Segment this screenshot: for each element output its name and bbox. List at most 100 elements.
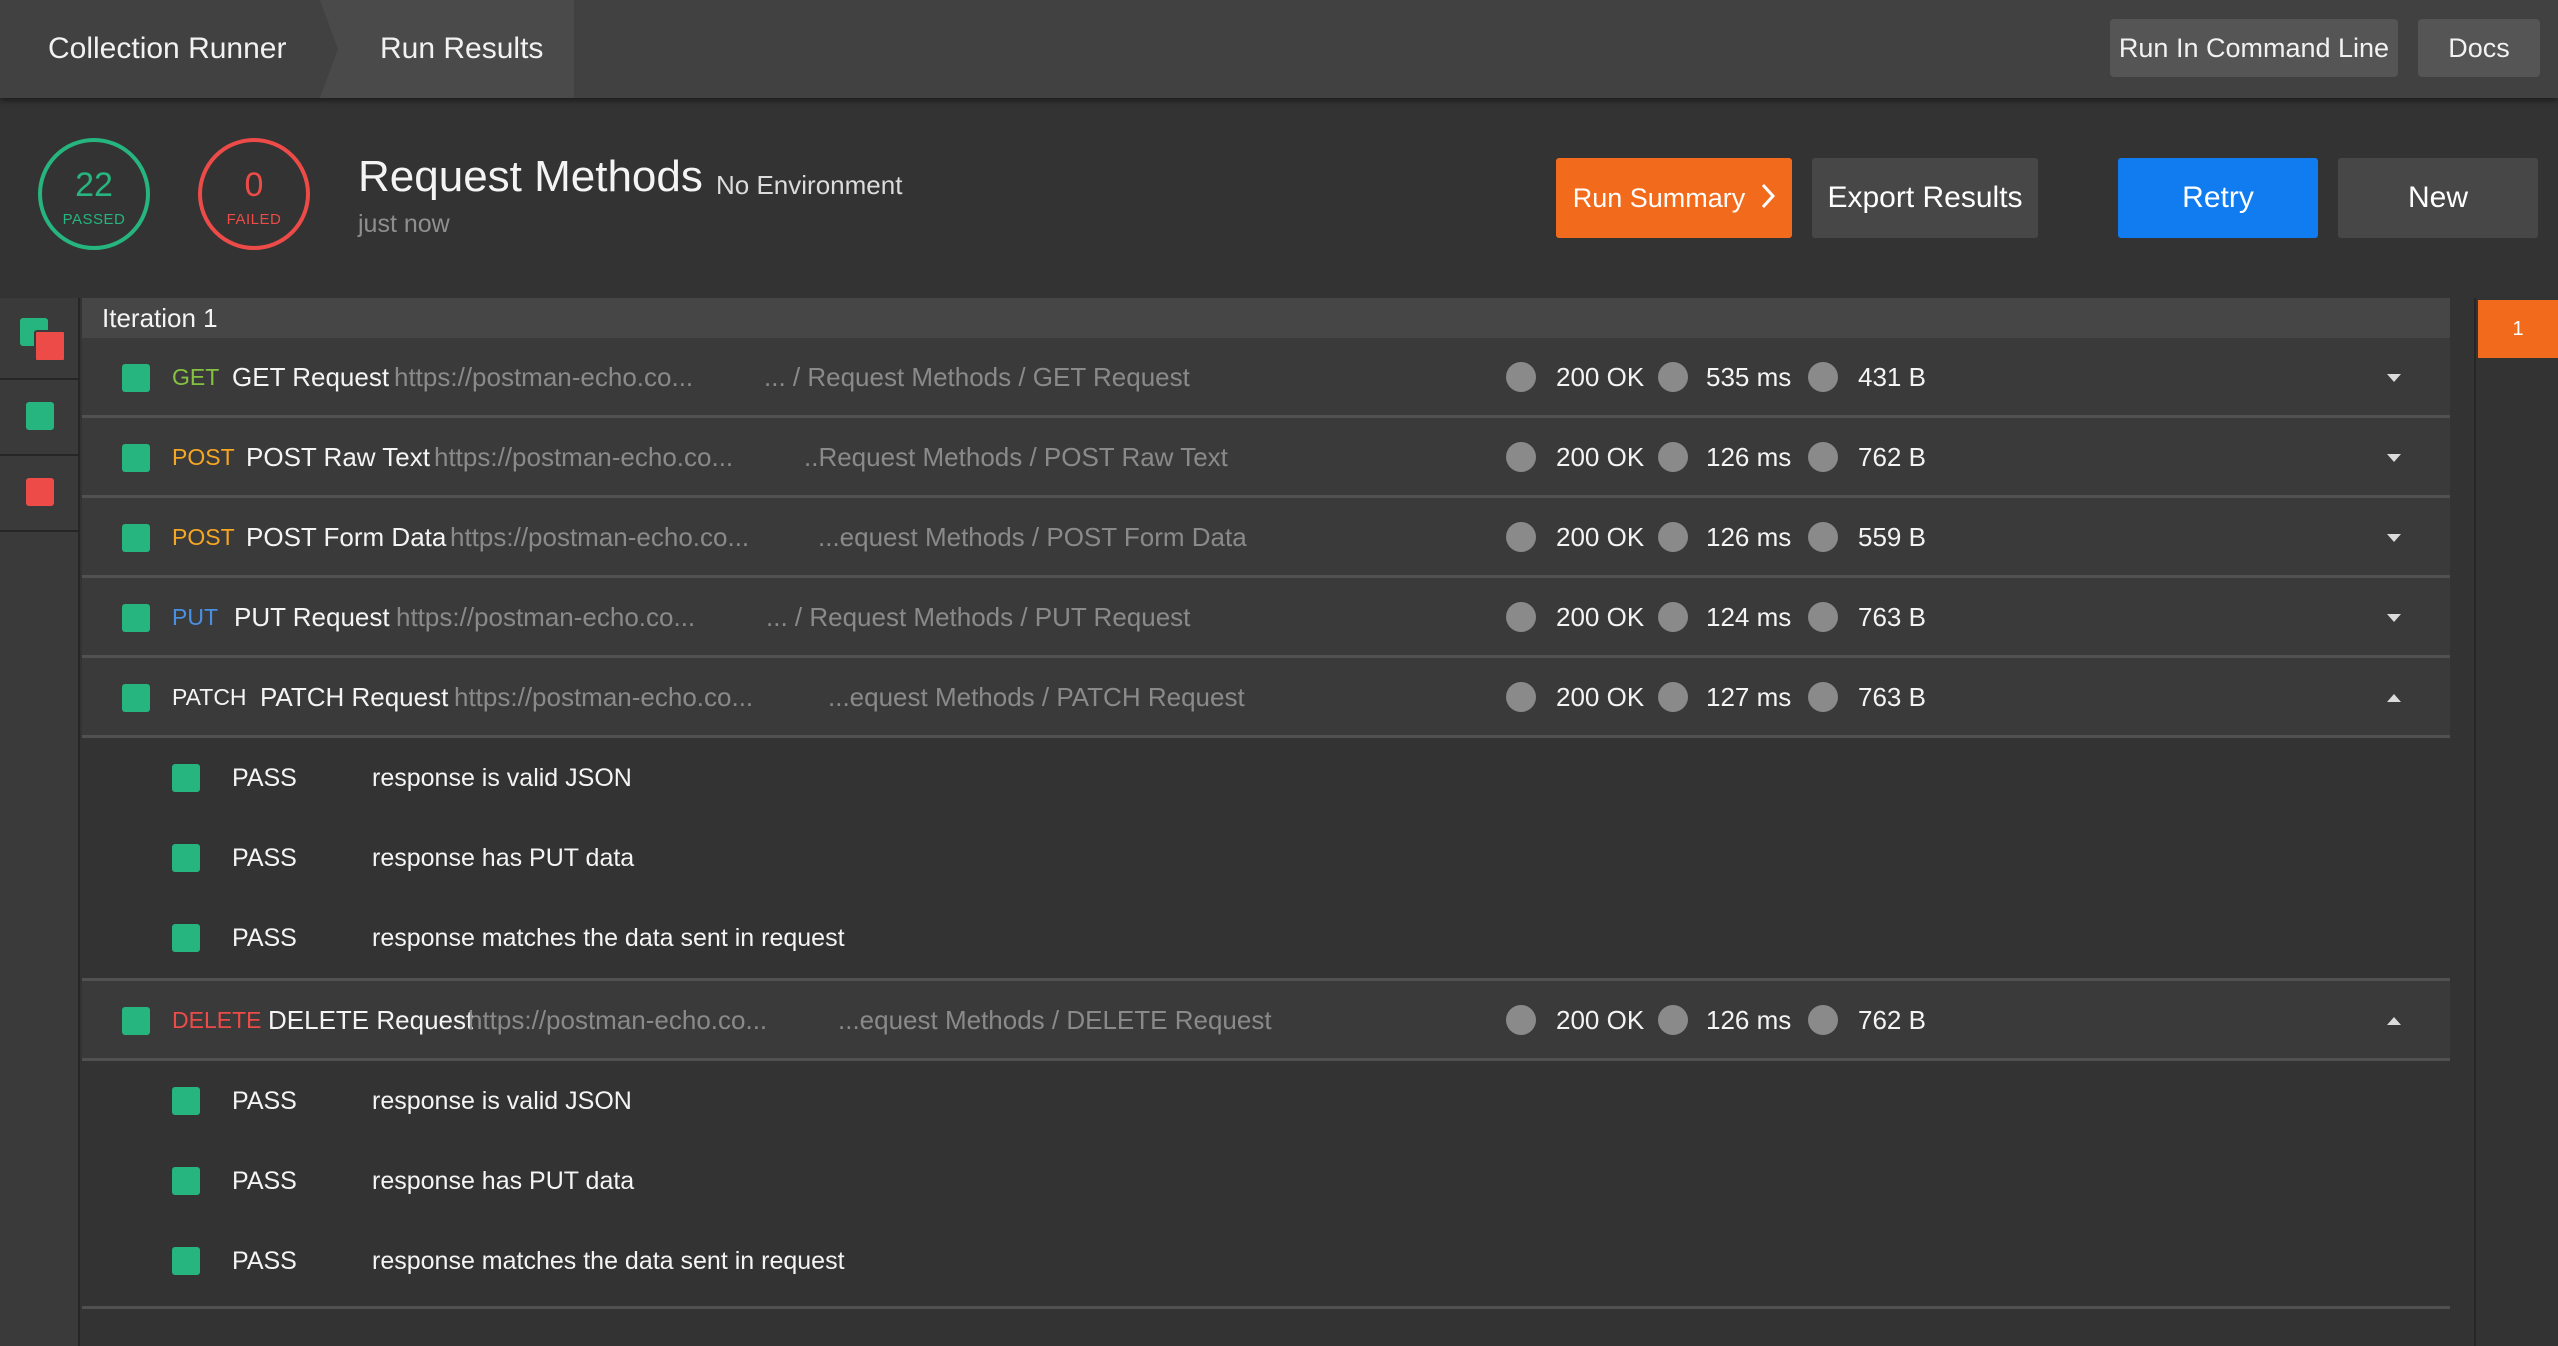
export-results-button[interactable]: Export Results <box>1812 158 2038 238</box>
request-path: ... / Request Methods / PUT Request <box>766 602 1191 632</box>
response-size: 763 B <box>1858 602 1926 632</box>
request-method: PUT <box>172 604 218 630</box>
iteration-tab[interactable]: 1 <box>2478 300 2558 358</box>
request-name: POST Form Data <box>246 522 447 552</box>
request-path: ...equest Methods / DELETE Request <box>838 1005 1272 1035</box>
response-time: 124 ms <box>1706 602 1792 632</box>
failed-count-ring: 0 FAILED <box>198 138 310 250</box>
breadcrumb-separator <box>556 0 592 98</box>
status-dot-icon <box>1506 362 1536 392</box>
time-dot-icon <box>1658 522 1688 552</box>
caret-down-icon[interactable] <box>2382 446 2406 470</box>
time-dot-icon <box>1658 362 1688 392</box>
request-row[interactable]: POST POST Form Data https://postman-echo… <box>82 498 2450 578</box>
test-result-row: PASS response matches the data sent in r… <box>82 898 2450 978</box>
pass-status-icon <box>122 684 150 712</box>
request-url: https://postman-echo.co... <box>454 682 754 712</box>
request-method: GET <box>172 364 220 390</box>
chevron-right-icon <box>1761 160 1776 240</box>
failed-label: FAILED <box>226 211 282 228</box>
run-summary-header: 22 PASSED 0 FAILED Request Methods No En… <box>0 98 2558 298</box>
retry-button[interactable]: Retry <box>2118 158 2318 238</box>
request-row[interactable]: PUT PUT Request https://postman-echo.co.… <box>82 578 2450 658</box>
time-dot-icon <box>1658 602 1688 632</box>
top-bar: Collection Runner Run Results Run In Com… <box>0 0 2558 98</box>
pass-status-icon <box>172 764 200 792</box>
response-size: 763 B <box>1858 682 1926 712</box>
response-time: 126 ms <box>1706 442 1792 472</box>
run-summary-button[interactable]: Run Summary <box>1556 158 1792 238</box>
test-result-row: PASS response matches the data sent in r… <box>82 1221 2450 1301</box>
pass-status-icon <box>172 844 200 872</box>
response-time: 535 ms <box>1706 362 1792 392</box>
response-status: 200 OK <box>1556 522 1645 552</box>
pass-status-icon <box>122 524 150 552</box>
request-row[interactable]: GET GET Request https://postman-echo.co.… <box>82 338 2450 418</box>
response-size: 431 B <box>1858 362 1926 392</box>
passed-label: PASSED <box>62 211 126 228</box>
test-name: response has PUT data <box>372 844 635 872</box>
response-size: 762 B <box>1858 442 1926 472</box>
filter-passed[interactable] <box>0 378 78 456</box>
caret-up-icon[interactable] <box>2382 1009 2406 1033</box>
breadcrumb-separator <box>320 0 356 98</box>
run-summary-label: Run Summary <box>1572 183 1746 213</box>
test-result-row: PASS response is valid JSON <box>82 1061 2450 1141</box>
request-method: POST <box>172 444 235 470</box>
new-button[interactable]: New <box>2338 158 2538 238</box>
docs-button[interactable]: Docs <box>2418 19 2540 77</box>
request-url: https://postman-echo.co... <box>396 602 696 632</box>
request-method: DELETE <box>172 1007 262 1033</box>
request-name: PUT Request <box>234 602 390 632</box>
pass-status-icon <box>122 1007 150 1035</box>
caret-down-icon[interactable] <box>2382 606 2406 630</box>
request-row[interactable]: PATCH PATCH Request https://postman-echo… <box>82 658 2450 738</box>
request-row[interactable]: DELETE DELETE Request https://postman-ec… <box>82 981 2450 1061</box>
time-dot-icon <box>1658 1005 1688 1035</box>
passed-count: 22 <box>75 166 113 204</box>
test-name: response has PUT data <box>372 1167 635 1195</box>
size-dot-icon <box>1808 682 1838 712</box>
status-dot-icon <box>1506 602 1536 632</box>
test-name: response is valid JSON <box>372 1087 632 1115</box>
request-name: DELETE Request <box>268 1005 474 1035</box>
status-dot-icon <box>1506 682 1536 712</box>
caret-down-icon[interactable] <box>2382 366 2406 390</box>
filter-failed[interactable] <box>0 454 78 532</box>
request-path: ...equest Methods / PATCH Request <box>828 682 1245 712</box>
request-path: ... / Request Methods / GET Request <box>764 362 1190 392</box>
response-size: 559 B <box>1858 522 1926 552</box>
response-time: 126 ms <box>1706 1005 1792 1035</box>
failed-count: 0 <box>244 166 264 204</box>
fail-square-icon <box>34 330 66 362</box>
filter-all[interactable] <box>0 298 78 380</box>
response-time: 126 ms <box>1706 522 1792 552</box>
request-name: POST Raw Text <box>246 442 430 472</box>
run-in-command-line-button[interactable]: Run In Command Line <box>2110 19 2398 77</box>
results-scrollbar[interactable] <box>2450 298 2474 1346</box>
request-path: ...equest Methods / POST Form Data <box>818 522 1247 552</box>
response-time: 127 ms <box>1706 682 1792 712</box>
test-result-row: PASS response has PUT data <box>82 1141 2450 1221</box>
request-method: PATCH <box>172 684 247 710</box>
pass-status-icon <box>122 604 150 632</box>
passed-count-ring: 22 PASSED <box>38 138 150 250</box>
size-dot-icon <box>1808 522 1838 552</box>
test-name: response matches the data sent in reques… <box>372 1247 845 1275</box>
time-dot-icon <box>1658 442 1688 472</box>
size-dot-icon <box>1808 442 1838 472</box>
breadcrumb-run-results[interactable]: Run Results <box>380 0 543 98</box>
pass-status-icon <box>172 924 200 952</box>
breadcrumb-collection-runner[interactable]: Collection Runner <box>48 0 286 98</box>
response-size: 762 B <box>1858 1005 1926 1035</box>
fail-square-icon <box>26 478 54 506</box>
caret-down-icon[interactable] <box>2382 526 2406 550</box>
divider <box>82 1306 2450 1309</box>
results-list: Iteration 1 GET GET Request https://post… <box>82 298 2450 1346</box>
test-status: PASS <box>232 1247 297 1275</box>
test-name: response matches the data sent in reques… <box>372 924 845 952</box>
caret-up-icon[interactable] <box>2382 686 2406 710</box>
pass-status-icon <box>172 1247 200 1275</box>
request-row[interactable]: POST POST Raw Text https://postman-echo.… <box>82 418 2450 498</box>
size-dot-icon <box>1808 362 1838 392</box>
